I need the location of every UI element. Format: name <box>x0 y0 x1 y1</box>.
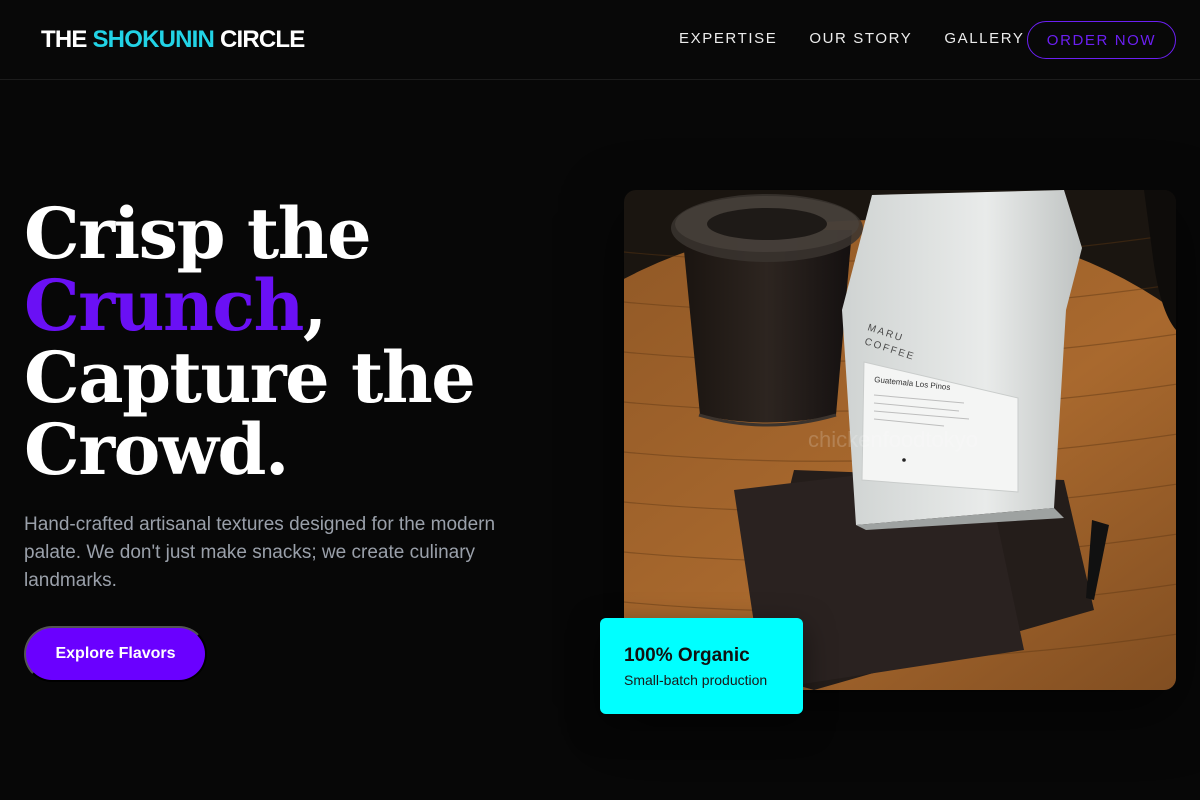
headline-comma: , <box>302 264 327 347</box>
nav-links: EXPERTISE OUR STORY GALLERY <box>679 30 1025 47</box>
photo-watermark: chickenfoodtokyo <box>808 427 978 452</box>
badge-subtitle: Small-batch production <box>624 672 768 688</box>
brand-text-suffix: CIRCLE <box>214 26 305 53</box>
headline-highlight: Crunch <box>24 264 304 347</box>
explore-flavors-button[interactable]: Explore Flavors <box>24 626 207 682</box>
order-now-button[interactable]: ORDER NOW <box>1027 21 1176 59</box>
nav-link-our-story[interactable]: OUR STORY <box>809 30 912 47</box>
organic-badge: 100% Organic Small-batch production <box>600 618 803 714</box>
headline-line-4: Crowd. <box>24 408 289 491</box>
headline-line-1: Crisp the <box>24 192 372 275</box>
badge-title: 100% Organic <box>624 645 750 666</box>
hero-subtitle: Hand-crafted artisanal textures designed… <box>24 514 496 591</box>
top-navigation: THE SHOKUNIN CIRCLE EXPERTISE OUR STORY … <box>0 0 1200 80</box>
nav-link-gallery[interactable]: GALLERY <box>944 30 1024 47</box>
brand-text-accent: SHOKUNIN <box>92 26 215 53</box>
hero-product-photo: MARU COFFEE Guatemala Los Pinos chickenf… <box>624 190 1176 690</box>
hero-headline: Crisp the Crunch, Capture the Crowd. <box>24 198 584 486</box>
nav-link-expertise[interactable]: EXPERTISE <box>679 30 777 47</box>
headline-line-3: Capture the <box>24 336 476 419</box>
brand-text-prefix: THE <box>41 26 93 53</box>
coffee-photo-illustration: MARU COFFEE Guatemala Los Pinos chickenf… <box>624 190 1176 690</box>
brand-logo[interactable]: THE SHOKUNIN CIRCLE <box>41 26 305 54</box>
